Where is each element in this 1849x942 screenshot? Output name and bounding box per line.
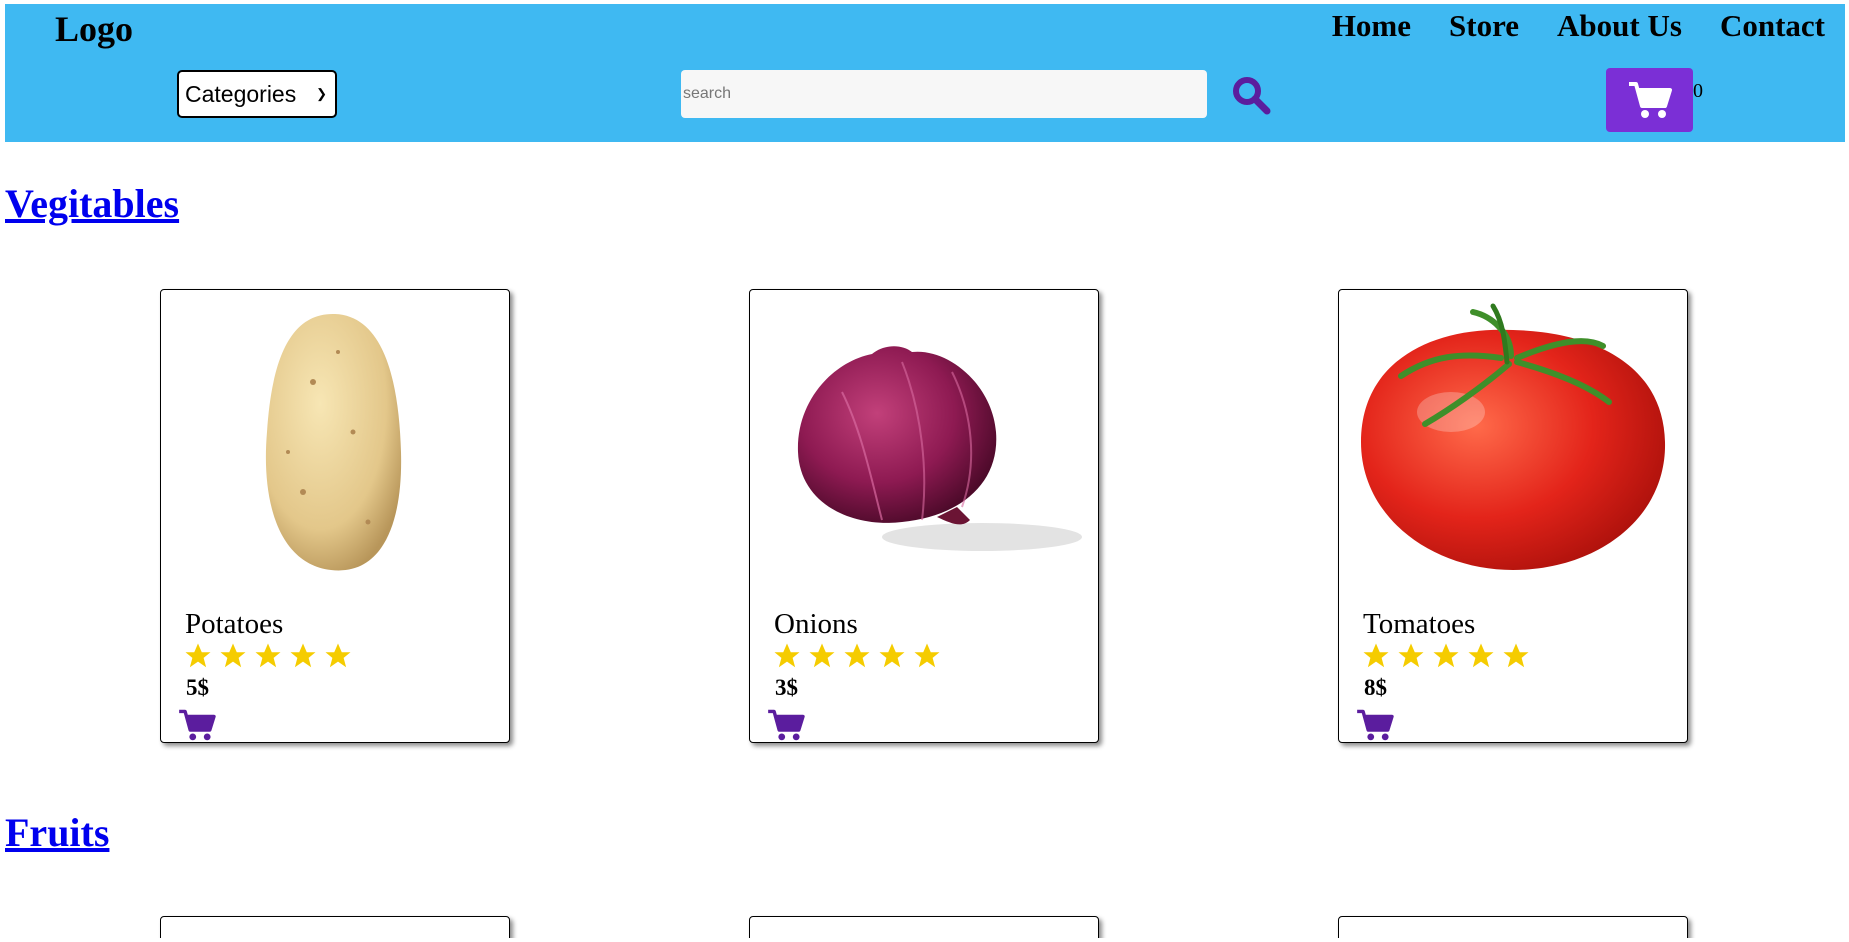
search-input[interactable] xyxy=(681,70,1207,118)
page: Logo Home Store About Us Contact Categor… xyxy=(5,4,1845,938)
star-icon xyxy=(185,643,211,668)
star-icon xyxy=(255,643,281,668)
main-nav: Home Store About Us Contact xyxy=(1332,8,1825,44)
product-card[interactable]: Tomatoes 8$ xyxy=(1338,289,1688,743)
add-to-cart-button[interactable] xyxy=(766,708,806,742)
star-icon xyxy=(774,643,800,668)
product-card[interactable] xyxy=(749,916,1099,938)
red-onion-image xyxy=(797,346,1082,551)
star-icon xyxy=(1503,643,1529,668)
star-icon xyxy=(220,643,246,668)
product-name: Tomatoes xyxy=(1363,608,1476,640)
product-price: 3$ xyxy=(775,675,798,700)
nav-home[interactable]: Home xyxy=(1332,8,1411,44)
add-to-cart-icon xyxy=(179,709,216,741)
product-card[interactable] xyxy=(1338,916,1688,938)
add-to-cart-icon xyxy=(1357,709,1394,741)
chevron-down-icon: ❯ xyxy=(316,86,327,101)
star-icon xyxy=(1398,643,1424,668)
star-icon xyxy=(1468,643,1494,668)
product-card[interactable]: Potatoes 5$ xyxy=(160,289,510,743)
site-header: Logo Home Store About Us Contact Categor… xyxy=(5,4,1845,142)
product-price: 8$ xyxy=(1364,675,1387,700)
star-icon xyxy=(325,643,351,668)
star-icon xyxy=(844,643,870,668)
product-rating xyxy=(772,641,942,671)
search-icon xyxy=(1233,77,1271,115)
add-to-cart-icon xyxy=(768,709,805,741)
nav-store[interactable]: Store xyxy=(1449,8,1519,44)
star-icon xyxy=(914,643,940,668)
potato-image xyxy=(265,313,402,571)
product-card[interactable]: Onions 3$ xyxy=(749,289,1099,743)
product-rating xyxy=(1361,641,1531,671)
search-button[interactable] xyxy=(1230,74,1274,118)
logo[interactable]: Logo xyxy=(55,8,133,50)
nav-contact[interactable]: Contact xyxy=(1720,8,1825,44)
categories-selected-value: Categories xyxy=(185,80,297,107)
add-to-cart-button[interactable] xyxy=(177,708,217,742)
section-title-vegetables[interactable]: Vegitables xyxy=(5,180,179,227)
product-name: Onions xyxy=(774,608,858,640)
fruit-image xyxy=(381,937,411,938)
product-price: 5$ xyxy=(186,675,209,700)
cart-icon xyxy=(1628,82,1672,118)
cart-count: 0 xyxy=(1693,80,1703,102)
nav-about-us[interactable]: About Us xyxy=(1557,8,1682,44)
star-icon xyxy=(879,643,905,668)
tomato-image xyxy=(1361,303,1666,570)
cart-button[interactable] xyxy=(1606,68,1693,132)
product-rating xyxy=(183,641,353,671)
star-icon xyxy=(290,643,316,668)
star-icon xyxy=(1363,643,1389,668)
product-name: Potatoes xyxy=(185,608,284,640)
star-icon xyxy=(1433,643,1459,668)
star-icon xyxy=(809,643,835,668)
add-to-cart-button[interactable] xyxy=(1355,708,1395,742)
categories-select[interactable]: Categories ❯ xyxy=(177,70,337,118)
product-card[interactable] xyxy=(160,916,510,938)
section-title-fruits[interactable]: Fruits xyxy=(5,809,109,856)
